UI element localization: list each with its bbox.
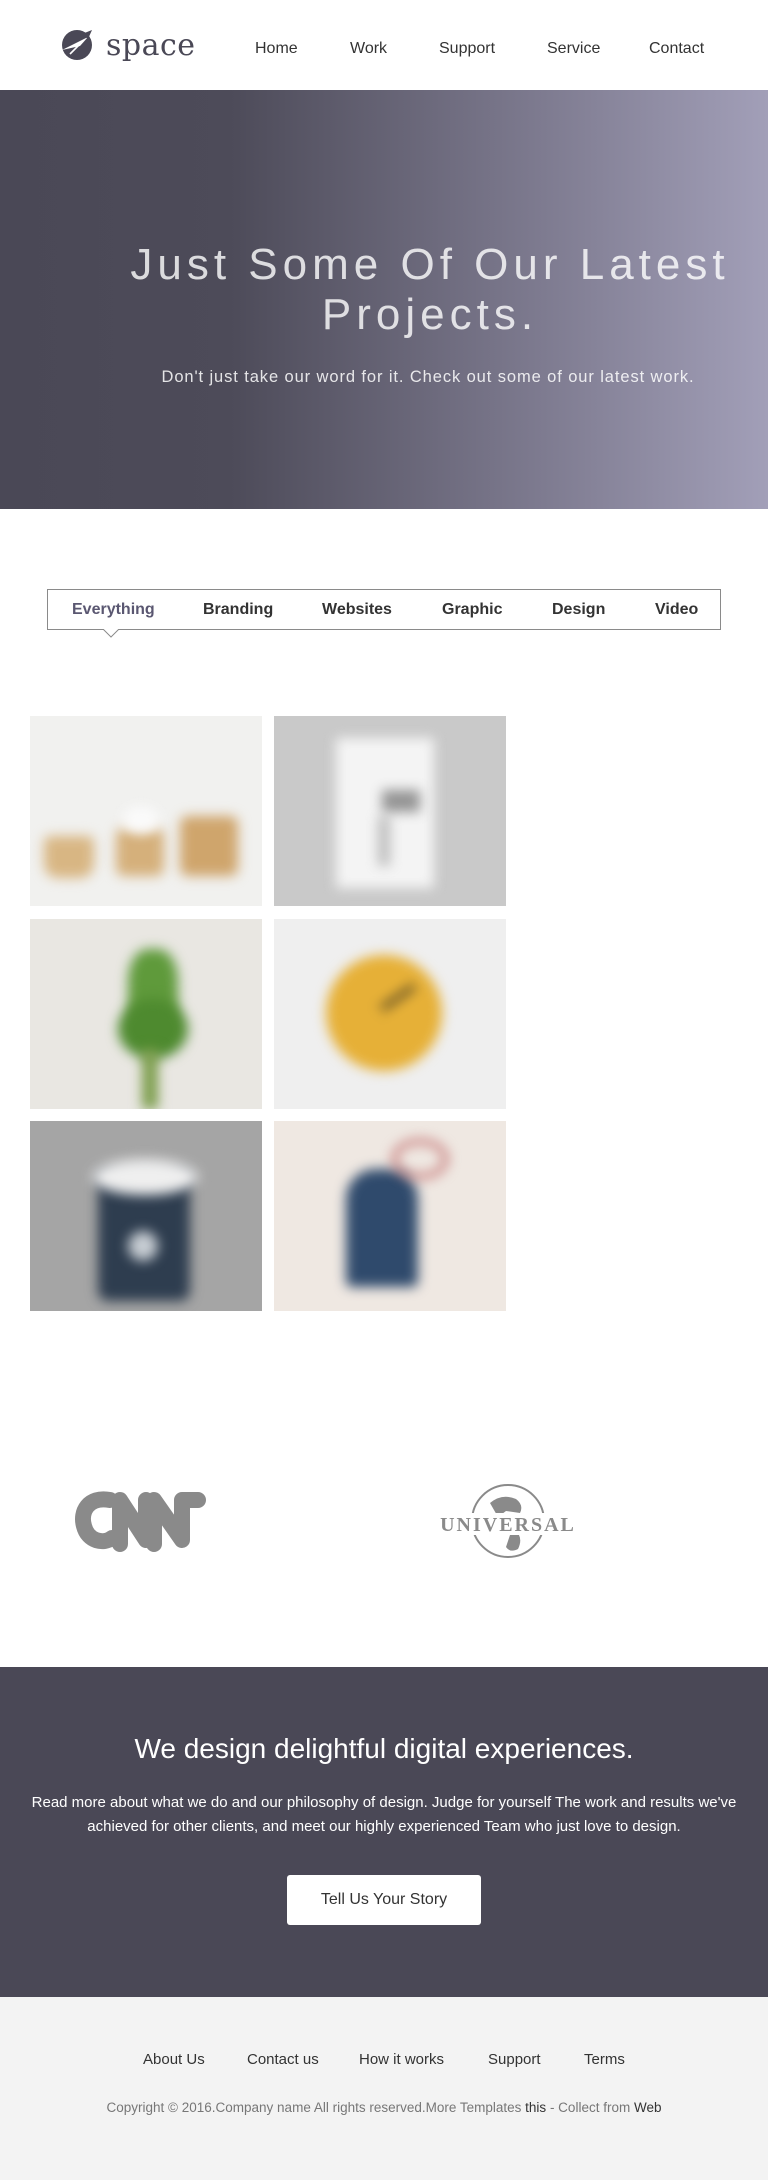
active-filter-caret-icon [103,629,119,638]
templates-link[interactable]: this [525,2100,546,2115]
client-logos: UNIVERSAL [0,1397,768,1667]
cta-section: We design delightful digital experiences… [0,1667,768,1997]
footer-link-support[interactable]: Support [488,2051,541,2068]
portfolio-item-paper-cups[interactable] [30,716,262,906]
hero-title: Just Some Of Our Latest Projects. [120,240,740,340]
portfolio-grid [0,699,768,1397]
web-link[interactable]: Web [634,2100,662,2115]
footer-link-about[interactable]: About Us [143,2051,205,2068]
footer-link-contact[interactable]: Contact us [247,2051,319,2068]
hero-title-line1: Just Some Of Our Latest [130,240,730,289]
tell-us-story-button[interactable]: Tell Us Your Story [287,1875,481,1925]
filter-bar: Everything Branding Websites Graphic Des… [47,589,721,630]
collect-text: - Collect from [546,2100,634,2115]
portfolio-item-poster[interactable] [274,716,506,906]
hero-title-line2: Projects. [321,290,539,339]
filter-websites[interactable]: Websites [322,601,392,619]
cnn-logo-icon [75,1491,206,1552]
footer-link-terms[interactable]: Terms [584,2051,625,2068]
filter-branding[interactable]: Branding [203,601,273,619]
portfolio-item-tag[interactable] [274,1121,506,1311]
filter-everything[interactable]: Everything [72,601,155,619]
filter-graphic[interactable]: Graphic [442,601,502,619]
portfolio-item-plant[interactable] [30,919,262,1109]
cta-text: Read more about what we do and our philo… [31,1794,737,1835]
footer-link-how-it-works[interactable]: How it works [359,2051,444,2068]
filter-video[interactable]: Video [655,601,698,619]
hero-subtitle: Don't just take our word for it. Check o… [161,368,695,386]
nav-support[interactable]: Support [439,40,495,58]
cta-title: We design delightful digital experiences… [134,1733,634,1764]
nav-work[interactable]: Work [350,40,387,58]
main-nav: Home Work Support Service Contact [0,40,768,62]
universal-logo-text: UNIVERSAL [440,1514,576,1536]
portfolio-item-clock[interactable] [274,919,506,1109]
nav-home[interactable]: Home [255,40,298,58]
site-header: space Home Work Support Service Contact [0,0,768,90]
filter-design[interactable]: Design [552,601,605,619]
hero-section: Just Some Of Our Latest Projects. Don't … [0,90,768,509]
nav-service[interactable]: Service [547,40,600,58]
footer-nav: About Us Contact us How it works Support… [0,2051,768,2071]
portfolio-item-coffee-cup[interactable] [30,1121,262,1311]
portfolio-filters: Everything Branding Websites Graphic Des… [0,509,768,699]
copyright-text: Copyright © 2016.Company name All rights… [106,2100,526,2115]
copyright: Copyright © 2016.Company name All rights… [0,2100,768,2115]
universal-logo-icon: UNIVERSAL [432,1484,584,1558]
nav-contact[interactable]: Contact [649,40,704,58]
site-footer: About Us Contact us How it works Support… [0,1997,768,2180]
